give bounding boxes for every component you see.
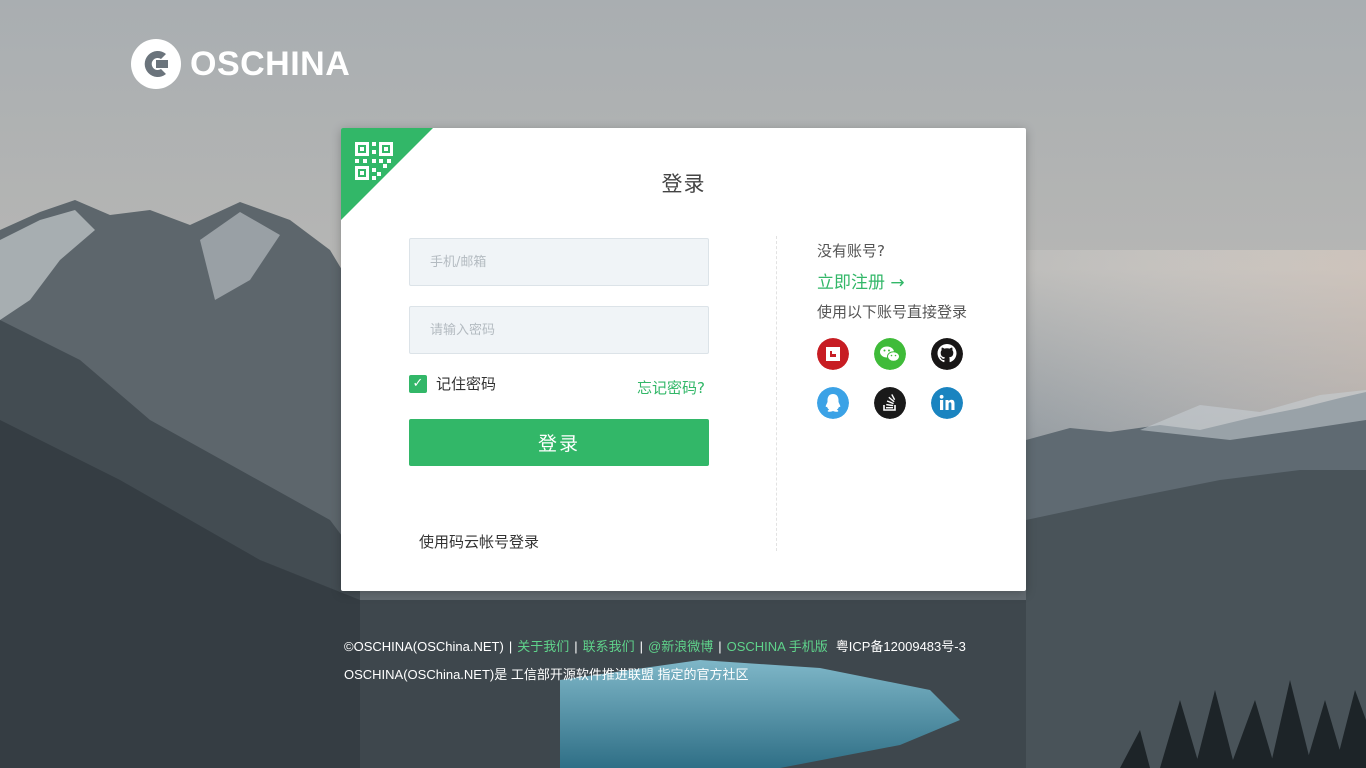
weibo-link[interactable]: @新浪微博 bbox=[648, 639, 713, 654]
remember-password-toggle[interactable]: ✓ 记住密码 bbox=[409, 373, 496, 394]
footer-separator: | bbox=[718, 639, 722, 654]
about-us-link[interactable]: 关于我们 bbox=[517, 639, 569, 654]
footer-line-1: ©OSCHINA(OSChina.NET) | 关于我们 | 联系我们 | @新浪微博 | OS… bbox=[344, 637, 966, 657]
qq-icon[interactable] bbox=[817, 387, 849, 419]
social-login-grid bbox=[817, 338, 1007, 419]
gitee-icon[interactable] bbox=[817, 338, 849, 370]
github-icon[interactable] bbox=[931, 338, 963, 370]
stackoverflow-icon[interactable] bbox=[874, 387, 906, 419]
footer-separator: | bbox=[639, 639, 644, 654]
gitee-account-login-link[interactable]: 使用码云帐号登录 bbox=[419, 531, 539, 552]
column-divider bbox=[776, 236, 777, 551]
mobile-version-link[interactable]: OSCHINA 手机版 bbox=[727, 639, 828, 654]
register-link[interactable]: 立即注册 → bbox=[817, 268, 1007, 293]
no-account-text: 没有账号? bbox=[817, 242, 885, 260]
page-footer: ©OSCHINA(OSChina.NET) | 关于我们 | 联系我们 | @新浪微博 | OS… bbox=[344, 637, 966, 693]
username-input[interactable] bbox=[409, 238, 709, 286]
login-title: 登录 bbox=[661, 172, 706, 196]
footer-prefix: OSCHINA(OSChina.NET)是 bbox=[344, 667, 508, 682]
icp-text: 粤ICP备12009483号-3 bbox=[835, 639, 966, 654]
password-input[interactable] bbox=[409, 306, 709, 354]
logo-mark-icon bbox=[131, 39, 181, 89]
contact-us-link[interactable]: 联系我们 bbox=[583, 639, 635, 654]
login-card: 登录 ✓ 记住密码 忘记密码? 登录 使用码云帐号登录 没有账号? 立即注册 →… bbox=[341, 128, 1026, 591]
third-party-panel: 没有账号? 立即注册 → 使用以下账号直接登录 bbox=[817, 240, 1007, 419]
footer-line-2: OSCHINA(OSChina.NET)是 工信部开源软件推进联盟 指定的官方社… bbox=[344, 665, 966, 685]
third-party-title: 使用以下账号直接登录 bbox=[817, 303, 968, 321]
remember-label: 记住密码 bbox=[436, 375, 497, 393]
footer-suffix: 指定的官方社区 bbox=[657, 667, 749, 682]
wechat-icon[interactable] bbox=[874, 338, 906, 370]
remember-checkbox[interactable]: ✓ bbox=[409, 374, 427, 393]
login-button[interactable]: 登录 bbox=[409, 419, 709, 466]
footer-separator: | bbox=[508, 639, 513, 654]
linkedin-icon[interactable] bbox=[931, 387, 963, 419]
logo-text: OSCHINA bbox=[190, 44, 351, 83]
oschina-logo[interactable]: OSCHINA bbox=[130, 38, 350, 90]
forgot-password-link[interactable]: 忘记密码? bbox=[637, 377, 705, 398]
footer-org: 工信部开源软件推进联盟 bbox=[510, 667, 654, 682]
footer-separator: | bbox=[574, 639, 578, 654]
copyright-text: ©OSCHINA(OSChina.NET) bbox=[344, 639, 504, 654]
